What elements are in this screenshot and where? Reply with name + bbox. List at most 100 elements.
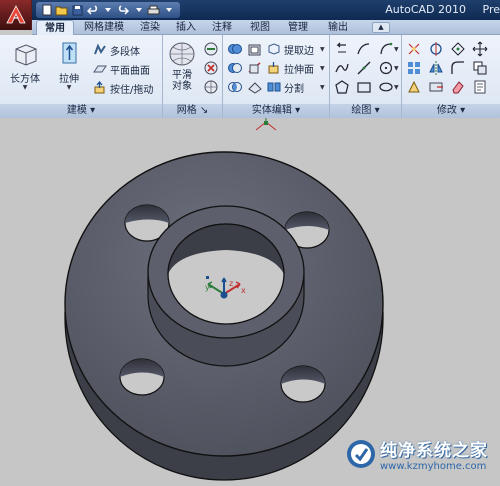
panel-modify-title-text: 修改 (436, 105, 457, 116)
intersect-icon[interactable] (227, 79, 243, 95)
extrude-faces-dropdown-icon[interactable]: ▼ (320, 65, 325, 72)
polygon-icon[interactable] (334, 79, 350, 95)
autocad-window: AutoCAD 2010 Pre 常用 网格建模 渲染 插入 注释 视图 管理 … (0, 0, 500, 486)
scale-icon[interactable] (406, 79, 422, 95)
extrude-dropdown-icon[interactable]: ▼ (50, 85, 88, 91)
construction-line-icon[interactable] (356, 60, 372, 76)
subtract-icon[interactable] (227, 60, 243, 76)
mesh-smooth-more-icon[interactable] (203, 41, 219, 57)
move-icon[interactable] (472, 41, 488, 57)
array-3d-icon[interactable] (406, 60, 422, 76)
extrude-button[interactable]: 拉伸 ▼ (50, 39, 88, 97)
tab-render[interactable]: 渲染 (136, 20, 164, 35)
tab-annotate[interactable]: 注释 (208, 20, 236, 35)
spline-icon[interactable] (334, 60, 350, 76)
panel-modify-title[interactable]: 修改 ▾ (402, 104, 500, 118)
smooth-object-button[interactable]: 平滑 对象 (165, 39, 199, 97)
stretch-icon[interactable] (428, 79, 444, 95)
tab-insert[interactable]: 插入 (172, 20, 200, 35)
extract-edges-button[interactable]: 提取边 (267, 40, 314, 58)
save-icon[interactable] (71, 4, 84, 16)
planar-surface-button[interactable]: 平面曲面 (93, 60, 150, 78)
polysolid-label: 多段体 (110, 46, 140, 58)
panel-modeling-title[interactable]: 建模 ▾ (0, 104, 162, 118)
line-arrow-icon[interactable] (334, 41, 350, 57)
smooth-object-icon (169, 42, 195, 66)
tab-view[interactable]: 视图 (246, 20, 274, 35)
fillet-icon[interactable] (450, 60, 466, 76)
circle-dropdown-icon[interactable]: ▼ (394, 65, 399, 72)
rotate-3d-icon[interactable] (428, 41, 444, 57)
open-folder-icon[interactable] (55, 4, 68, 16)
extrude-faces-icon (268, 62, 279, 74)
watermark-logo-icon (347, 440, 375, 468)
separate-button[interactable]: 分割 (267, 78, 304, 96)
qat-menu-icon[interactable] (163, 4, 176, 16)
undo-dropdown-icon[interactable] (101, 4, 114, 16)
panel-draw-title[interactable]: 绘图 ▾ (330, 104, 401, 118)
tab-manage[interactable]: 管理 (284, 20, 312, 35)
circle-icon[interactable] (378, 60, 394, 76)
panel-solid-editing-title-text: 实体编辑 (251, 105, 292, 116)
extrude-label: 拉伸 (59, 74, 79, 85)
drawing-viewport[interactable]: y z x 纯净系统之家 www.kzmyhome.com (0, 118, 500, 486)
panel-solid-editing-title[interactable]: 实体编辑 ▾ (223, 104, 329, 118)
application-menu-button[interactable] (0, 0, 32, 30)
box-dropdown-icon[interactable]: ▼ (6, 85, 44, 91)
tab-home[interactable]: 常用 (36, 20, 74, 35)
copy-icon[interactable] (472, 60, 488, 76)
polysolid-button[interactable]: 多段体 (93, 41, 140, 59)
presspull-icon (94, 81, 105, 94)
presspull-button[interactable]: 按住/拖动 (93, 79, 153, 97)
panel-mesh: 平滑 对象 网格 ↘ (163, 35, 223, 118)
redo-icon[interactable] (117, 4, 130, 16)
redo-dropdown-icon[interactable] (132, 4, 145, 16)
mesh-smooth-less-icon[interactable] (203, 60, 219, 76)
svg-text:y: y (205, 283, 210, 292)
extrude-faces-button[interactable]: 拉伸面 (267, 59, 314, 77)
new-file-icon[interactable] (40, 4, 53, 16)
smooth-object-label: 平滑 对象 (165, 70, 199, 92)
shell-icon[interactable] (247, 41, 263, 57)
presspull-label: 按住/拖动 (110, 84, 154, 96)
union-icon[interactable] (227, 41, 243, 57)
panel-modeling: 长方体 ▼ 拉伸 ▼ 多段体 平面曲面 按住/拖动 建模 ▾ (0, 35, 163, 118)
panel-mesh-title[interactable]: 网格 ↘ (163, 104, 222, 118)
smooth-line-1: 平滑 (172, 70, 192, 81)
title-bar: AutoCAD 2010 Pre (0, 0, 500, 20)
tab-mesh-modeling[interactable]: 网格建模 (78, 20, 130, 35)
ribbon-tab-bar: 常用 网格建模 渲染 插入 注释 视图 管理 输出 ▲ (32, 20, 500, 35)
planar-surface-label: 平面曲面 (110, 65, 150, 77)
planar-surface-icon (93, 65, 107, 73)
tab-output[interactable]: 输出 (324, 20, 352, 35)
arc-icon[interactable] (378, 41, 394, 57)
erase-icon[interactable] (450, 79, 466, 95)
separate-dropdown-icon[interactable]: ▼ (320, 84, 325, 91)
thicken-icon[interactable] (247, 79, 263, 95)
plot-icon[interactable] (147, 4, 160, 16)
move-3d-icon[interactable] (406, 41, 422, 57)
extract-edges-dropdown-icon[interactable]: ▼ (320, 46, 325, 53)
polyline-icon[interactable] (356, 41, 372, 57)
ellipse-dropdown-icon[interactable]: ▼ (394, 84, 399, 91)
rectangle-icon[interactable] (356, 79, 372, 95)
arc-dropdown-icon[interactable]: ▼ (394, 46, 399, 53)
align-3d-icon[interactable] (450, 41, 466, 57)
polysolid-icon (94, 43, 106, 55)
panel-draw: ▼ ▼ ▼ 绘图 ▾ (330, 35, 402, 118)
view-ucs-top-icon (255, 118, 277, 131)
mesh-refine-icon[interactable] (203, 79, 219, 95)
ellipse-icon[interactable] (378, 79, 394, 95)
solid-history-icon[interactable] (472, 79, 488, 95)
flange-model: y z x (64, 118, 384, 481)
slice-icon[interactable] (247, 60, 263, 76)
ribbon: 长方体 ▼ 拉伸 ▼ 多段体 平面曲面 按住/拖动 建模 ▾ 平滑 对象 网格 … (0, 35, 500, 118)
undo-icon[interactable] (86, 4, 99, 16)
mirror-3d-icon[interactable] (428, 60, 444, 76)
ribbon-minimize-button[interactable]: ▲ (372, 22, 390, 33)
panel-solid-editing: 提取边 ▼ 拉伸面 ▼ 分割 ▼ 实体编辑 ▾ (223, 35, 330, 118)
panel-modeling-title-text: 建模 (66, 105, 87, 116)
box-button[interactable]: 长方体 ▼ (6, 39, 44, 97)
box-label: 长方体 (10, 74, 40, 85)
extrude-faces-label: 拉伸面 (284, 64, 314, 76)
